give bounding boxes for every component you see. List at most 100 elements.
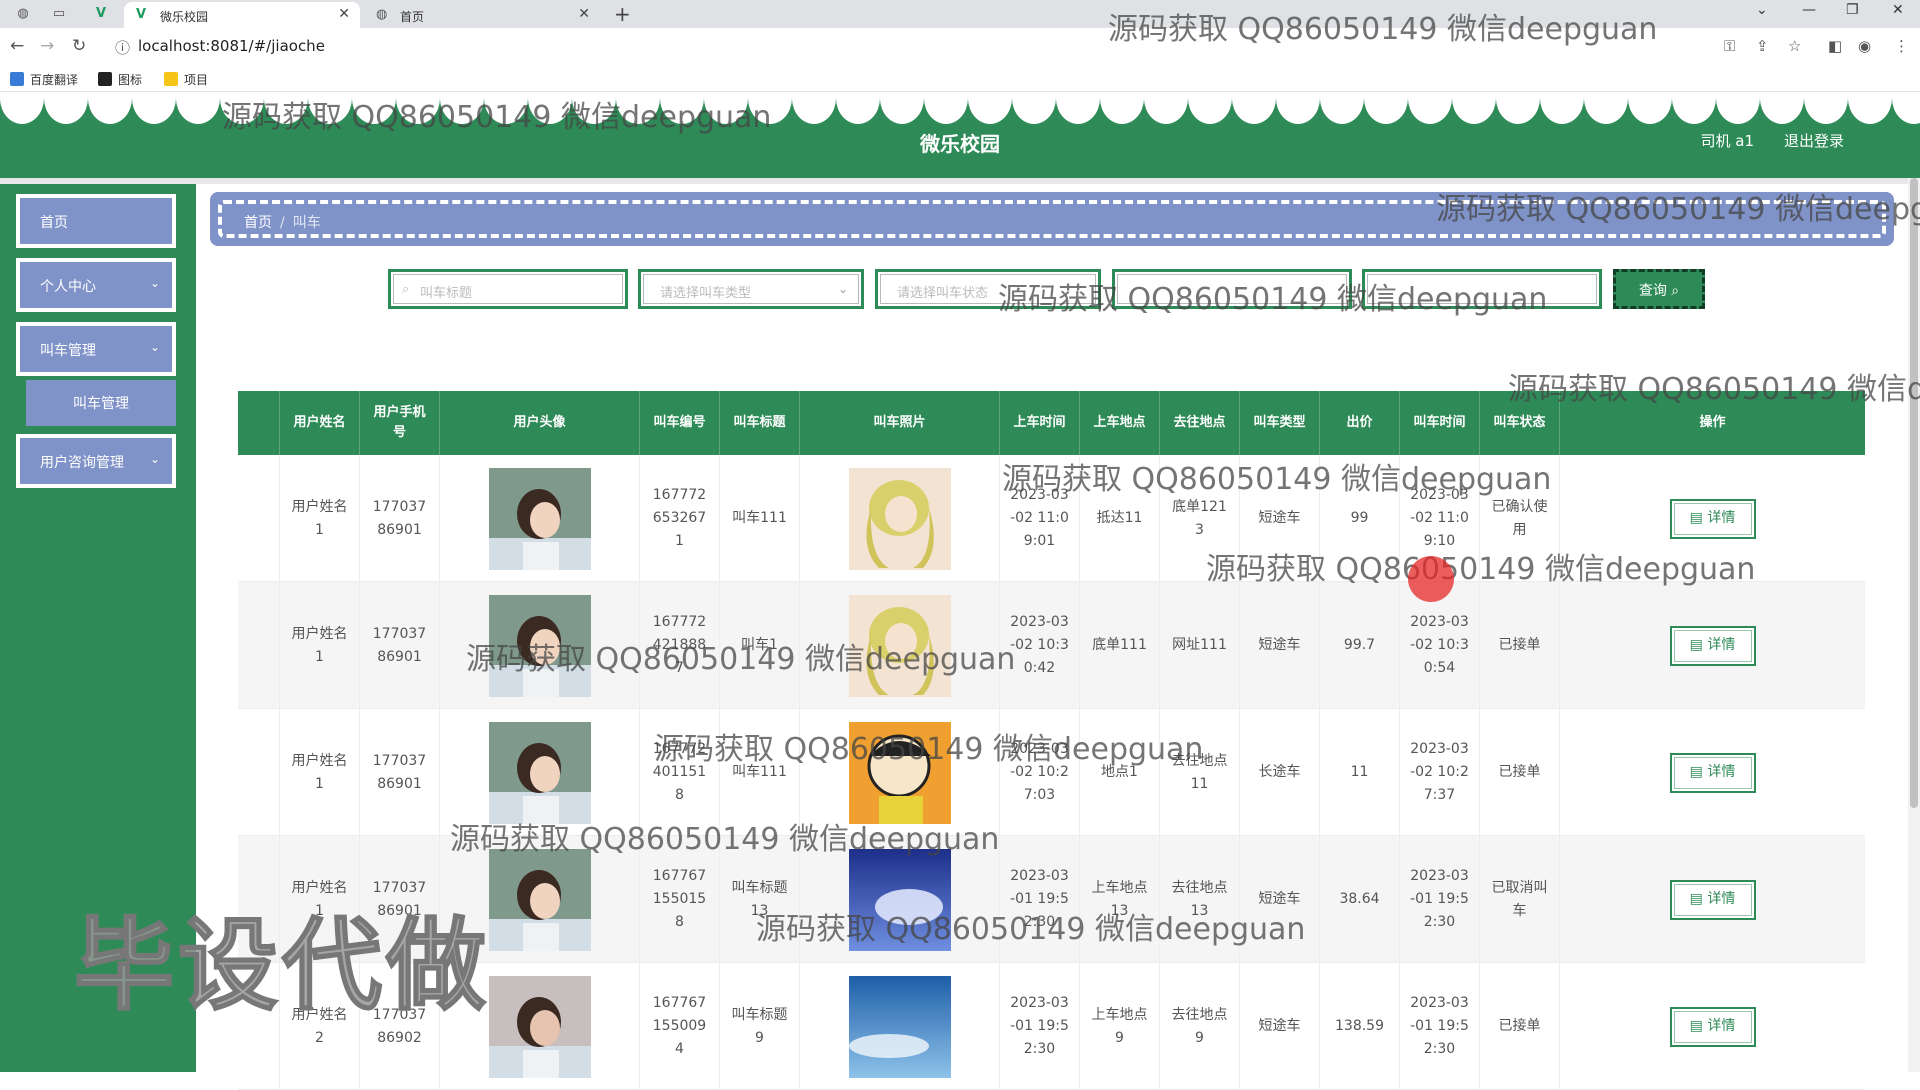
cell-no: 1677724218887 bbox=[640, 582, 720, 709]
type-select[interactable]: 请选择叫车类型 ⌄ bbox=[643, 274, 859, 304]
browser-globe-icon[interactable]: ◍ bbox=[14, 5, 32, 23]
column-header: 操作 bbox=[1699, 415, 1726, 430]
reload-icon[interactable]: ↻ bbox=[72, 36, 86, 56]
sidebar-item-car-call-management[interactable]: 叫车管理 ⌄ bbox=[16, 322, 176, 376]
cell-photo bbox=[800, 582, 1000, 709]
bookmark-icons[interactable]: 图标 bbox=[98, 71, 142, 88]
cell-status: 已接单 bbox=[1480, 963, 1560, 1090]
new-tab-icon[interactable]: + bbox=[614, 2, 631, 26]
key-icon[interactable]: ⚿ bbox=[1724, 37, 1735, 55]
cell-board_time: 2023-03-02 11:09:01 bbox=[1000, 455, 1080, 582]
cell-title: 叫车111 bbox=[720, 709, 800, 836]
sidebar-item-personal-center[interactable]: 个人中心 ⌄ bbox=[16, 258, 176, 312]
detail-button[interactable]: ▤ 详情 bbox=[1669, 752, 1756, 793]
cell-title: 叫车标题9 bbox=[720, 963, 800, 1090]
cell-title: 叫车标题13 bbox=[720, 836, 800, 963]
back-icon[interactable]: ← bbox=[10, 36, 24, 56]
close-icon[interactable]: ✕ bbox=[338, 6, 350, 22]
bookmark-baidu-translate[interactable]: 百度翻译 bbox=[10, 71, 78, 88]
cell-no: 1677724011518 bbox=[640, 709, 720, 836]
user-avatar bbox=[488, 975, 591, 1078]
cell-to: 网址111 bbox=[1160, 582, 1240, 709]
close-window-icon[interactable]: ✕ bbox=[1892, 2, 1904, 18]
logout-link[interactable]: 退出登录 bbox=[1784, 130, 1844, 151]
detail-button[interactable]: ▤ 详情 bbox=[1669, 1006, 1756, 1047]
cell-price: 38.64 bbox=[1320, 836, 1400, 963]
cell-phone: 17703786901 bbox=[360, 582, 440, 709]
breadcrumb-border: 首页 / 叫车 bbox=[218, 200, 1886, 238]
search-field-5[interactable] bbox=[1367, 274, 1597, 304]
search-field-4[interactable] bbox=[1117, 274, 1347, 304]
cell-call_time: 2023-03-02 10:27:37 bbox=[1400, 709, 1480, 836]
icon-library-icon bbox=[98, 72, 112, 86]
status-select[interactable]: 请选择叫车状态 bbox=[880, 274, 1096, 304]
column-header: 出价 bbox=[1320, 391, 1400, 455]
more-icon[interactable]: ⋮ bbox=[1894, 37, 1909, 55]
forward-icon[interactable]: → bbox=[40, 36, 54, 56]
cell-to: 底单1213 bbox=[1160, 455, 1240, 582]
cell-actions: ▤ 详情 bbox=[1560, 963, 1865, 1090]
cell-photo bbox=[800, 963, 1000, 1090]
table-row: 用户姓名1 17703786901 1677726532671 叫车111 2023-0… bbox=[238, 455, 1865, 582]
cell-board_time: 2023-03-02 10:30:42 bbox=[1000, 582, 1080, 709]
row-select-cell bbox=[238, 963, 280, 1090]
sidebar-subitem-car-call-management[interactable]: 叫车管理 bbox=[26, 380, 176, 426]
vue-logo-icon[interactable]: V bbox=[92, 5, 110, 23]
document-icon: ▤ bbox=[1689, 764, 1703, 780]
app-title: 微乐校园 bbox=[920, 132, 1000, 156]
tab-weile-campus[interactable]: V 微乐校园 ✕ bbox=[124, 2, 360, 28]
cell-price: 99.7 bbox=[1320, 582, 1400, 709]
cell-title: 叫车111 bbox=[720, 455, 800, 582]
row-select-cell bbox=[238, 582, 280, 709]
tab-title: 首页 bbox=[400, 10, 425, 24]
minimize-icon[interactable]: — bbox=[1802, 2, 1816, 18]
cell-board_time: 2023-03-01 19:52:30 bbox=[1000, 836, 1080, 963]
breadcrumb-current: 叫车 bbox=[292, 215, 321, 231]
type-select-box: 请选择叫车类型 ⌄ bbox=[638, 269, 864, 309]
sidepanel-icon[interactable]: ◧ bbox=[1828, 37, 1842, 55]
column-header: 叫车时间 bbox=[1400, 391, 1480, 455]
scrollbar-thumb[interactable] bbox=[1910, 178, 1918, 808]
column-header: 上车地点 bbox=[1080, 391, 1160, 455]
restore-icon[interactable]: ❐ bbox=[1846, 2, 1859, 18]
cell-from: 地点1 bbox=[1080, 709, 1160, 836]
bookmark-project[interactable]: 项目 bbox=[164, 71, 208, 88]
mouse-cursor-highlight bbox=[1408, 556, 1454, 602]
info-icon[interactable]: ⓘ bbox=[115, 37, 130, 58]
cell-to: 去往地点13 bbox=[1160, 836, 1240, 963]
share-icon[interactable]: ⇪ bbox=[1756, 37, 1769, 55]
cell-from: 上车地点13 bbox=[1080, 836, 1160, 963]
sidebar-item-home[interactable]: 首页 bbox=[16, 194, 176, 248]
cell-name: 用户姓名1 bbox=[280, 582, 360, 709]
tab-home[interactable]: ◍ 首页 ✕ bbox=[364, 2, 600, 28]
cell-call_time: 2023-03-01 19:52:30 bbox=[1400, 963, 1480, 1090]
search-button[interactable]: 查询 ⌕ bbox=[1613, 269, 1705, 309]
detail-button[interactable]: ▤ 详情 bbox=[1669, 879, 1756, 920]
close-icon[interactable]: ✕ bbox=[578, 6, 590, 22]
folder-icon bbox=[164, 72, 178, 86]
title-search-input[interactable]: ⌕ 叫车标题 bbox=[393, 274, 623, 304]
globe-icon: ◍ bbox=[376, 7, 388, 22]
column-header: 用户头像 bbox=[440, 391, 640, 455]
chevron-down-icon[interactable]: ⌄ bbox=[1756, 2, 1768, 18]
column-header: 叫车状态 bbox=[1480, 391, 1560, 455]
vue-logo-icon: V bbox=[136, 7, 147, 22]
table-row: 用户姓名2 17703786902 1677671550094 叫车标题9 2023-0… bbox=[238, 963, 1865, 1090]
cell-to: 去往地点9 bbox=[1160, 963, 1240, 1090]
cell-actions: ▤ 详情 bbox=[1560, 709, 1865, 836]
bookmarks-bar: 百度翻译 图标 项目 bbox=[0, 66, 1920, 92]
breadcrumb-home[interactable]: 首页 bbox=[244, 215, 272, 231]
browser-page-icon[interactable]: ▭ bbox=[50, 5, 68, 23]
cell-status: 已接单 bbox=[1480, 582, 1560, 709]
detail-button[interactable]: ▤ 详情 bbox=[1669, 625, 1756, 666]
star-icon[interactable]: ☆ bbox=[1788, 37, 1801, 55]
profile-icon[interactable]: ◉ bbox=[1858, 37, 1871, 55]
cell-from: 抵达11 bbox=[1080, 455, 1160, 582]
chevron-down-icon: ⌄ bbox=[837, 282, 848, 296]
sidebar-item-user-consult-management[interactable]: 用户咨询管理 ⌄ bbox=[16, 434, 176, 488]
url-text[interactable]: localhost:8081/#/jiaoche bbox=[138, 37, 325, 55]
column-header: 叫车标题 bbox=[720, 391, 800, 455]
page-scrollbar[interactable] bbox=[1908, 178, 1920, 1072]
breadcrumb-separator: / bbox=[280, 215, 285, 231]
detail-button[interactable]: ▤ 详情 bbox=[1669, 498, 1756, 539]
